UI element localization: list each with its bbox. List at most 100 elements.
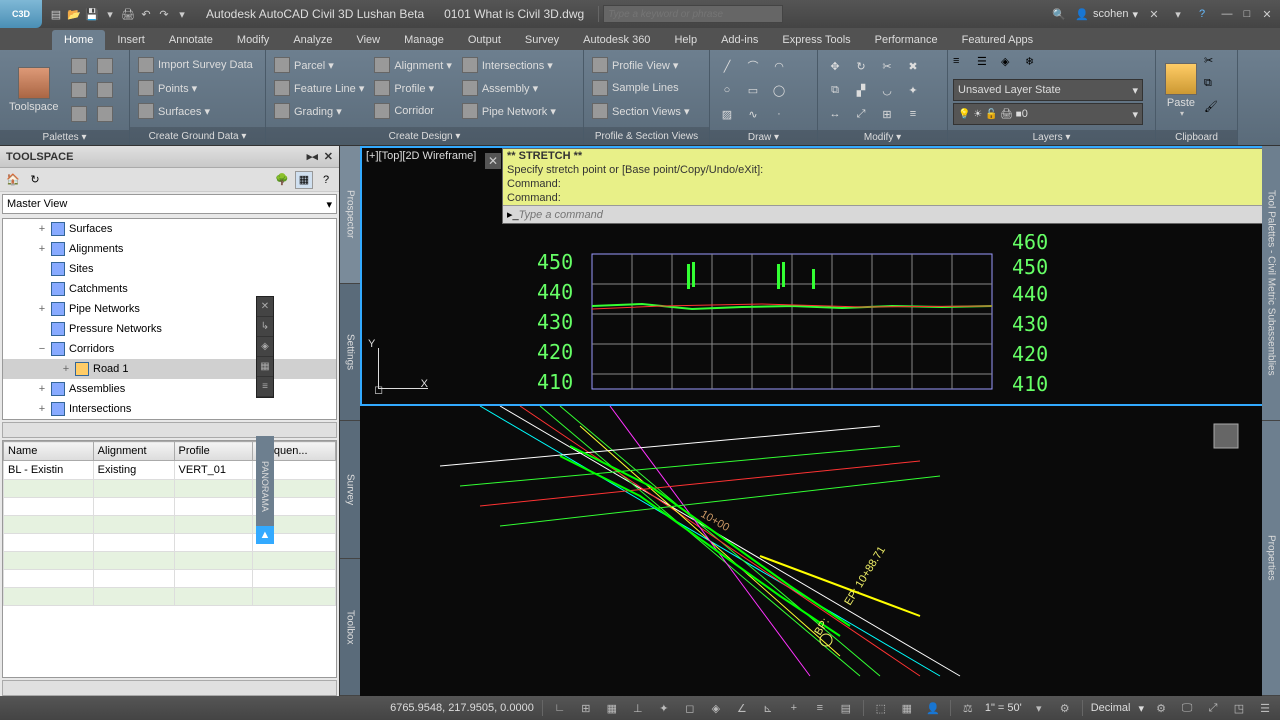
sb-ortho-icon[interactable]: ⊥ bbox=[629, 699, 647, 717]
sb-otrack-icon[interactable]: ∠ bbox=[733, 699, 751, 717]
cell-profile[interactable]: VERT_01 bbox=[174, 461, 253, 480]
rtab-toolpalettes[interactable]: Tool Palettes - Civil Metric Subassembli… bbox=[1262, 146, 1280, 421]
scale-icon[interactable]: ⤢ bbox=[849, 103, 873, 125]
parcel-button[interactable]: Parcel ▾ bbox=[270, 54, 368, 76]
tree-sites[interactable]: Sites bbox=[3, 259, 336, 279]
sb-auto-icon[interactable]: ⚙ bbox=[1056, 699, 1074, 717]
toolspace-close-icon[interactable]: ✕ bbox=[324, 150, 333, 163]
array-icon[interactable]: ⊞ bbox=[875, 103, 899, 125]
featureline-button[interactable]: Feature Line ▾ bbox=[270, 77, 368, 99]
tab-performance[interactable]: Performance bbox=[863, 30, 950, 50]
tab-express[interactable]: Express Tools bbox=[770, 30, 862, 50]
palette-btn3[interactable] bbox=[67, 79, 91, 101]
sb-annovis-icon[interactable]: ▾ bbox=[1030, 699, 1048, 717]
tree-catchments[interactable]: Catchments bbox=[3, 279, 336, 299]
viewport-profile[interactable]: [+][Top][2D Wireframe] 8+00.00 ✕ ** STRE… bbox=[360, 146, 1280, 406]
command-window[interactable]: ✕ ** STRETCH ** Specify stretch point or… bbox=[502, 148, 1278, 224]
toolspace-pin-icon[interactable]: ▸◂ bbox=[307, 150, 318, 163]
toolspace-button[interactable]: Toolspace bbox=[3, 53, 65, 127]
sb-units[interactable]: Decimal bbox=[1091, 702, 1131, 714]
col-profile[interactable]: Profile bbox=[174, 442, 253, 461]
pipenetwork-button[interactable]: Pipe Network ▾ bbox=[458, 100, 560, 122]
exchange-icon[interactable]: ✕ bbox=[1146, 6, 1162, 22]
stay-connected-icon[interactable]: ▾ bbox=[1170, 6, 1186, 22]
profileview-button[interactable]: Profile View ▾ bbox=[588, 54, 693, 76]
sb-model-icon[interactable]: ⬚ bbox=[872, 699, 890, 717]
paste-button[interactable]: Paste▾ bbox=[1159, 53, 1203, 127]
minimize-button[interactable]: — bbox=[1218, 6, 1236, 22]
tab-help[interactable]: Help bbox=[662, 30, 709, 50]
profile-button[interactable]: Profile ▾ bbox=[370, 77, 456, 99]
alignment-button[interactable]: Alignment ▾ bbox=[370, 54, 456, 76]
tab-modify[interactable]: Modify bbox=[225, 30, 281, 50]
layer-current-combo[interactable]: 💡 ☀ 🔓 🖨 ■ 0▾ bbox=[953, 103, 1143, 125]
ft-arrow-icon[interactable]: ↳ bbox=[257, 317, 273, 337]
surfaces-button[interactable]: Surfaces ▾ bbox=[134, 100, 257, 122]
copy-icon[interactable]: ⧉ bbox=[823, 79, 847, 101]
tab-analyze[interactable]: Analyze bbox=[281, 30, 344, 50]
rotate-icon[interactable]: ↻ bbox=[849, 55, 873, 77]
palette-btn6[interactable] bbox=[93, 103, 117, 125]
tab-manage[interactable]: Manage bbox=[392, 30, 456, 50]
sb-sc-icon[interactable]: 👤 bbox=[924, 699, 942, 717]
copy-clip-icon[interactable]: ⧉ bbox=[1204, 77, 1224, 99]
tree-road1[interactable]: +Road 1 bbox=[3, 359, 336, 379]
help-icon[interactable]: ? bbox=[1194, 6, 1210, 22]
sb-lwt-icon[interactable]: ≡ bbox=[811, 699, 829, 717]
tree-pipenetworks[interactable]: +Pipe Networks bbox=[3, 299, 336, 319]
rect-icon[interactable]: ▭ bbox=[741, 79, 765, 101]
qat-saveas-icon[interactable]: ▾ bbox=[102, 6, 118, 22]
ts-home-icon[interactable]: 🏠 bbox=[4, 171, 22, 189]
sb-snap-icon[interactable]: ⊞ bbox=[577, 699, 595, 717]
tab-featured[interactable]: Featured Apps bbox=[950, 30, 1046, 50]
tab-view[interactable]: View bbox=[344, 30, 392, 50]
palette-btn1[interactable] bbox=[67, 55, 91, 77]
sb-clean-icon[interactable]: ☰ bbox=[1256, 699, 1274, 717]
tab-annotate[interactable]: Annotate bbox=[157, 30, 225, 50]
tree-intersections[interactable]: +Intersections bbox=[3, 399, 336, 419]
cell-align[interactable]: Existing bbox=[93, 461, 174, 480]
panel-layers-label[interactable]: Layers ▾ bbox=[948, 130, 1155, 145]
sb-iso-icon[interactable]: ◳ bbox=[1230, 699, 1248, 717]
cmd-close-icon[interactable]: ✕ bbox=[485, 153, 501, 169]
offset-icon[interactable]: ≡ bbox=[901, 103, 925, 125]
col-name[interactable]: Name bbox=[4, 442, 94, 461]
palette-btn5[interactable] bbox=[67, 103, 91, 125]
tree-pressure[interactable]: Pressure Networks bbox=[3, 319, 336, 339]
sb-scale[interactable]: 1" = 50' bbox=[985, 702, 1022, 714]
intersections-button[interactable]: Intersections ▾ bbox=[458, 54, 560, 76]
viewport-label[interactable]: [+][Top][2D Wireframe] bbox=[366, 150, 476, 162]
corridor-button[interactable]: Corridor bbox=[370, 100, 456, 122]
sidetab-settings[interactable]: Settings bbox=[340, 284, 360, 422]
sb-osnap-icon[interactable]: ◻ bbox=[681, 699, 699, 717]
floating-nav-toolbar[interactable]: ✕ ↳ ◈ ▦ ≡ bbox=[256, 296, 274, 398]
sb-annoscale-icon[interactable]: ⚖ bbox=[959, 699, 977, 717]
sb-3dosnap-icon[interactable]: ◈ bbox=[707, 699, 725, 717]
sb-infer-icon[interactable]: ∟ bbox=[551, 699, 569, 717]
tree-assemblies[interactable]: +Assemblies bbox=[3, 379, 336, 399]
tab-output[interactable]: Output bbox=[456, 30, 513, 50]
sidetab-prospector[interactable]: Prospector bbox=[340, 146, 360, 284]
ft-tool1-icon[interactable]: ◈ bbox=[257, 337, 273, 357]
assembly-button[interactable]: Assembly ▾ bbox=[458, 77, 560, 99]
sb-dyn-icon[interactable]: + bbox=[785, 699, 803, 717]
fillet-icon[interactable]: ◡ bbox=[875, 79, 899, 101]
qat-save-icon[interactable]: 💾 bbox=[84, 6, 100, 22]
erase-icon[interactable]: ✖ bbox=[901, 55, 925, 77]
line-icon[interactable]: ╱ bbox=[715, 55, 739, 77]
qat-new-icon[interactable]: ▤ bbox=[48, 6, 64, 22]
panel-design-label[interactable]: Create Design ▾ bbox=[266, 127, 583, 145]
cut-icon[interactable]: ✂ bbox=[1204, 54, 1224, 76]
tree-hscroll[interactable] bbox=[2, 422, 337, 438]
ts-refresh-icon[interactable]: ↻ bbox=[26, 171, 44, 189]
prospector-tree[interactable]: +Surfaces +Alignments Sites Catchments +… bbox=[2, 218, 337, 420]
spline-icon[interactable]: ∿ bbox=[741, 103, 765, 125]
ts-grid-icon[interactable]: ▦ bbox=[295, 171, 313, 189]
point-icon[interactable]: · bbox=[767, 103, 791, 125]
panorama-tab[interactable]: PANORAMA bbox=[256, 436, 274, 536]
sb-qp-icon[interactable]: ▦ bbox=[898, 699, 916, 717]
panel-modify-label[interactable]: Modify ▾ bbox=[818, 130, 947, 145]
panorama-arrow-icon[interactable]: ▲ bbox=[256, 526, 274, 544]
arc-icon[interactable]: ◠ bbox=[767, 55, 791, 77]
grading-button[interactable]: Grading ▾ bbox=[270, 100, 368, 122]
